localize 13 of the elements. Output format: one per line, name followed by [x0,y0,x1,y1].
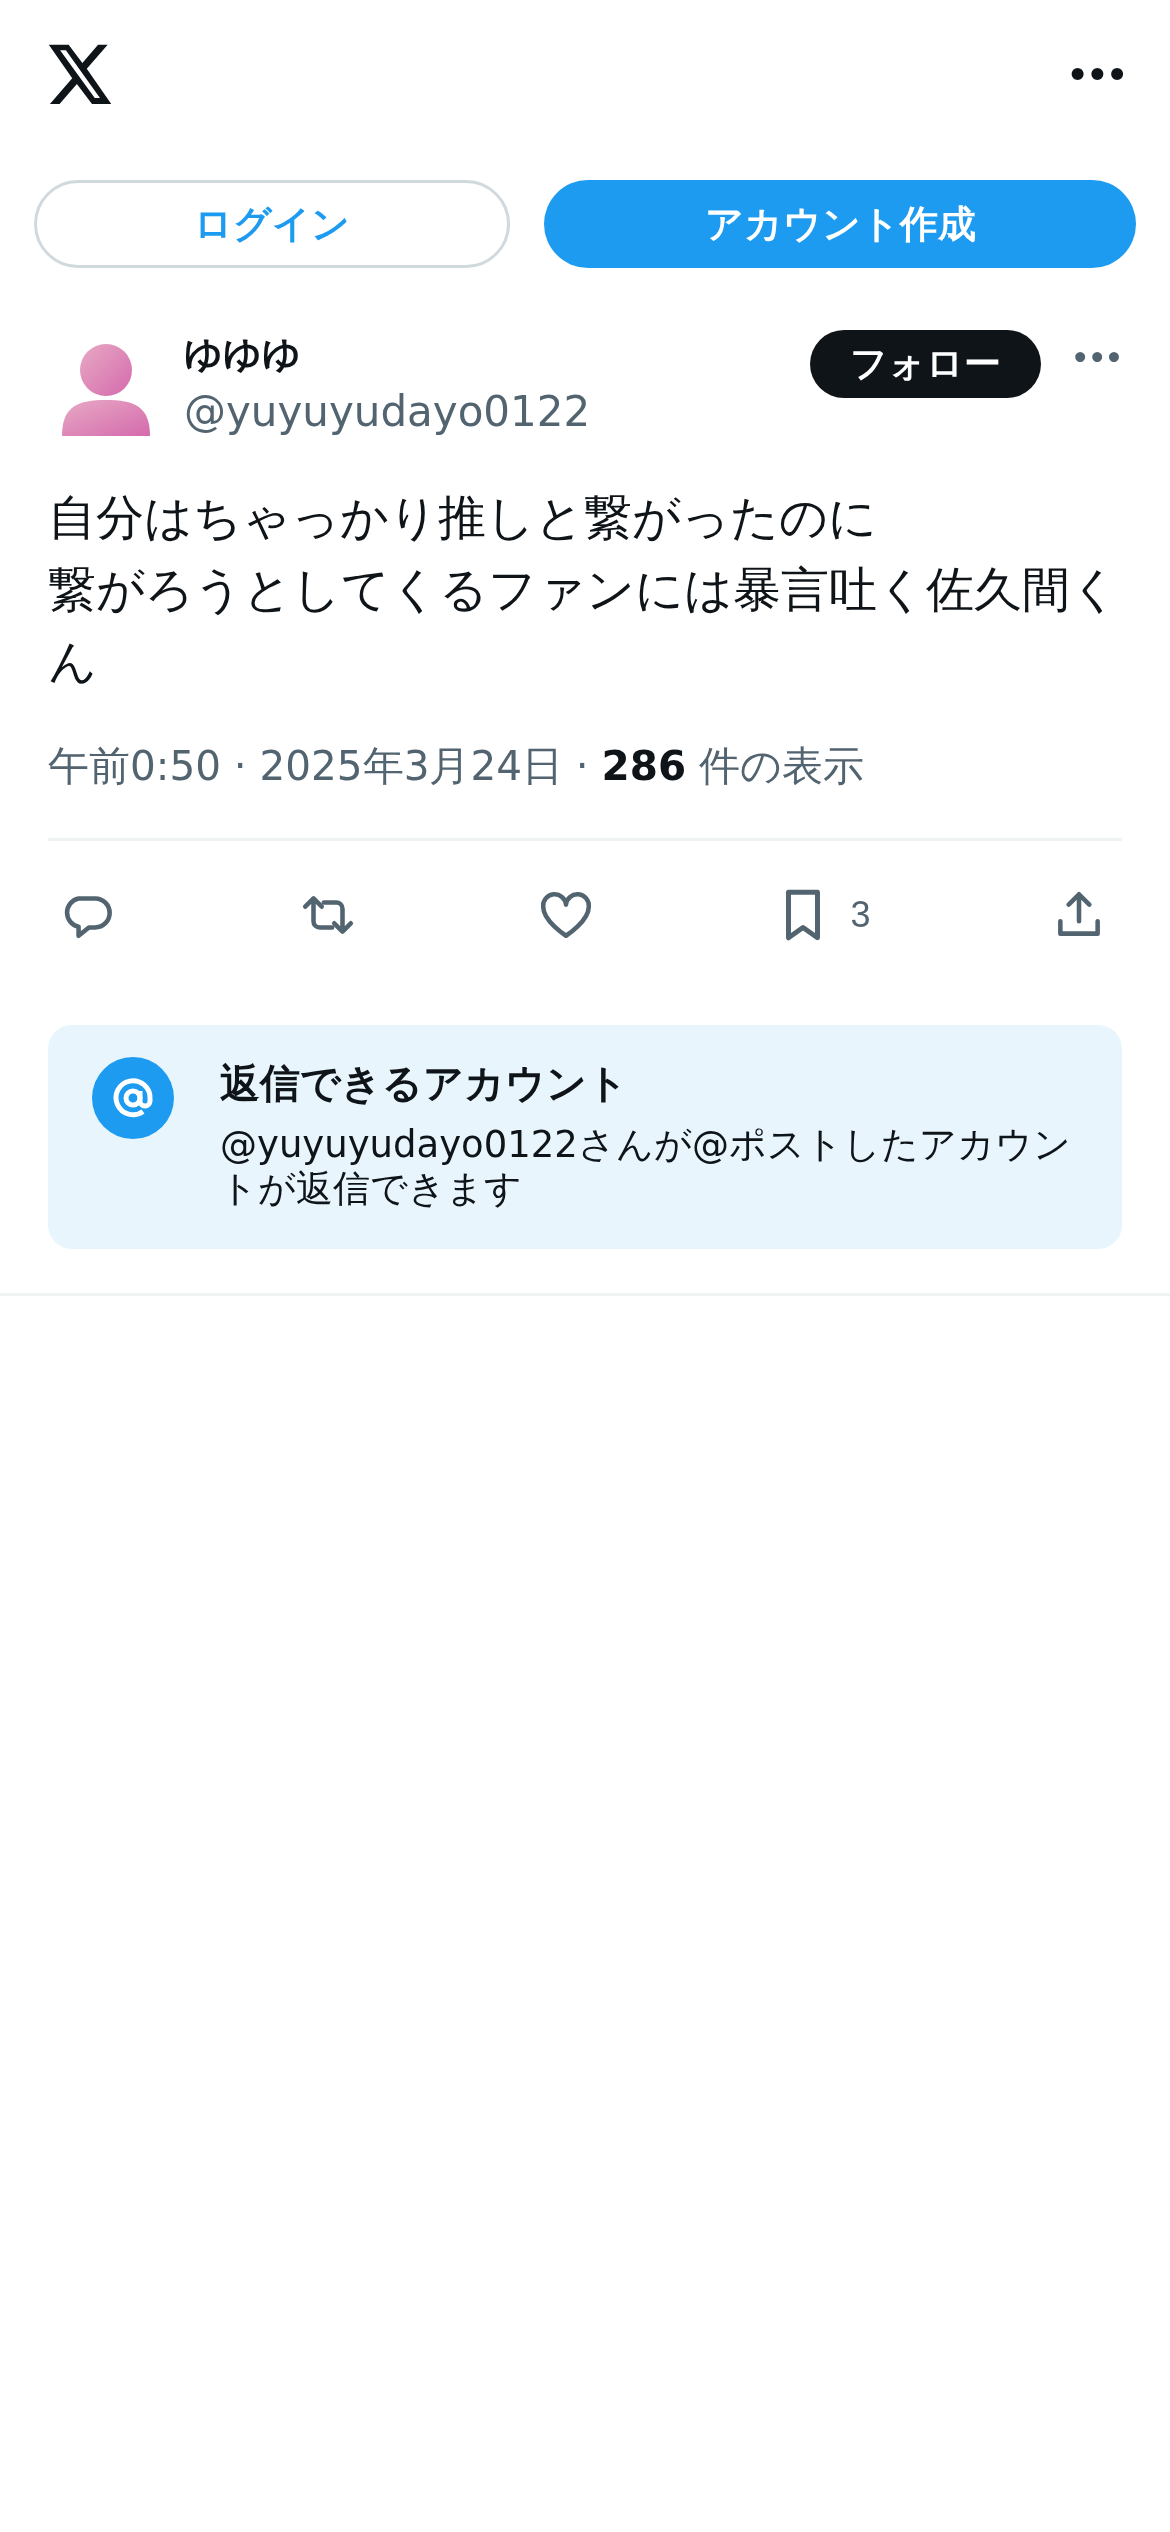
notice-text: @yuyuyudayo0122さんが@ポストしたアカウントが返信できます [220,1123,1072,1211]
post-text: 自分はちゃっかり推しと繋がったのに [48,489,878,547]
author-handle[interactable]: @yuyuyudayo0122 [184,384,811,440]
notice-title: 返信できるアカウント [220,1059,629,1108]
author-name[interactable]: ゆゆゆ [184,330,811,378]
x-logo-icon[interactable] [48,43,114,107]
follow-button[interactable]: フォロー [810,330,1042,398]
post-meta: 午前0:50 · 2025年3月24日 · 286 件の表示 [48,741,865,792]
more-button[interactable]: ••• [1041,342,1122,375]
bookmark-button[interactable]: 3 [774,886,871,944]
more-menu-button[interactable]: ••• [1066,55,1126,95]
post-text: 繋がろうとしてくるファンには暴言吐く佐久間くん [48,561,1120,691]
at-sign-icon [92,1057,174,1139]
